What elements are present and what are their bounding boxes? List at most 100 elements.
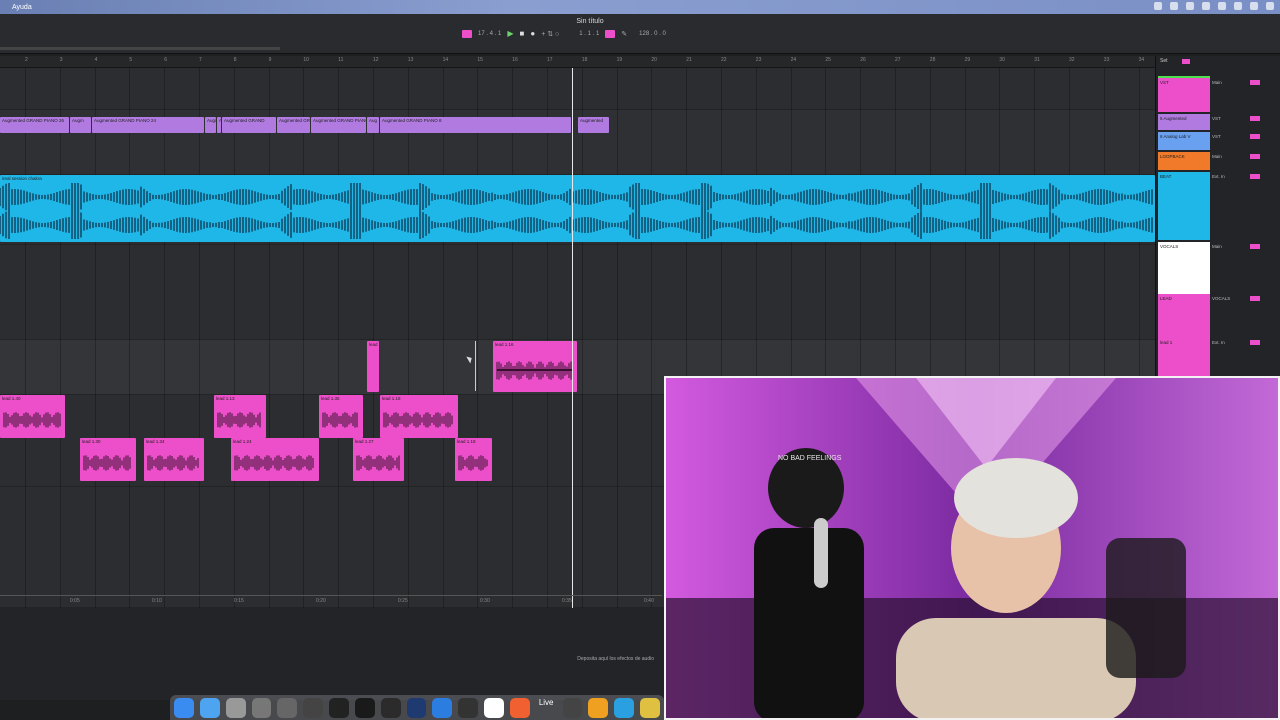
lead-clip[interactable]: lead 1.24 bbox=[231, 438, 319, 481]
track-activator-button[interactable] bbox=[1250, 154, 1260, 159]
lead-clip[interactable]: lead 1.30 bbox=[80, 438, 136, 481]
track-activator-button[interactable] bbox=[1250, 174, 1260, 179]
lead-clip[interactable]: lead 1.16 bbox=[493, 341, 577, 392]
status-icon[interactable] bbox=[1154, 2, 1162, 10]
mixer-io-select[interactable]: Main bbox=[1212, 154, 1278, 159]
mixer-track-header[interactable]: lead 1 bbox=[1158, 338, 1210, 376]
app-icon[interactable] bbox=[458, 697, 479, 718]
piano-clip[interactable]: Aug bbox=[367, 117, 379, 133]
position-display[interactable]: 17 . 4 . 1 bbox=[478, 31, 501, 37]
draw-mode-icon[interactable]: ✎ bbox=[621, 30, 627, 38]
mixer-io-select[interactable]: Ext. In bbox=[1212, 174, 1278, 179]
device-view[interactable]: Deposita aquí los efectos de audio bbox=[0, 608, 664, 700]
status-icon[interactable] bbox=[1202, 2, 1210, 10]
piano-clip[interactable]: Aug bbox=[217, 117, 221, 133]
mixer-track-header[interactable]: VOCALS bbox=[1158, 242, 1210, 294]
app-icon[interactable] bbox=[277, 697, 298, 718]
mixer-track-header[interactable]: 5 Augmented bbox=[1158, 114, 1210, 130]
piano-clip[interactable]: Augmented GRAND bbox=[222, 117, 276, 133]
status-icon[interactable] bbox=[1186, 2, 1194, 10]
piano-clip[interactable]: Augmented GRAND PIANO 24 bbox=[92, 117, 204, 133]
notion-icon[interactable] bbox=[484, 697, 504, 718]
mixer-io-select[interactable]: Main bbox=[1212, 244, 1278, 249]
bar-ruler[interactable]: 2 3 4 5 6 7 8 9 10 11 12 13 14 15 16 17 18 19 20 21 22 23 24 25… bbox=[0, 56, 1155, 68]
piano-clip[interactable]: Augm bbox=[205, 117, 216, 133]
mixer-io-select[interactable]: Ext. In bbox=[1212, 340, 1278, 345]
wifi-icon[interactable] bbox=[1250, 2, 1258, 10]
track-lane-vst[interactable] bbox=[0, 68, 1155, 110]
piano-clip[interactable]: Augmented GRAND PIANO bbox=[311, 117, 366, 133]
track-activator-button[interactable] bbox=[1250, 296, 1260, 301]
lead-clip[interactable]: lead 1.19 bbox=[455, 438, 492, 481]
piano-clip[interactable]: Augmented GRAND bbox=[277, 117, 310, 133]
bar-number: 30 bbox=[999, 57, 1005, 63]
play-icon[interactable]: ▶ bbox=[507, 29, 513, 38]
mixer-track-header[interactable]: VST bbox=[1158, 78, 1210, 112]
chrome-icon[interactable] bbox=[640, 697, 660, 718]
app-icon[interactable] bbox=[588, 697, 609, 718]
lead-clip[interactable]: lead 1.18 bbox=[380, 395, 458, 438]
lead-clip[interactable]: lead 1.35 bbox=[319, 395, 363, 438]
menu-item-help[interactable]: Ayuda bbox=[12, 4, 32, 11]
piano-clip[interactable]: Augmented GRAND PIANO 26 bbox=[0, 117, 69, 133]
settings-icon[interactable] bbox=[225, 697, 246, 718]
dock: Live bbox=[170, 695, 664, 720]
lead-clip[interactable]: lead 1.27 bbox=[353, 438, 404, 481]
stop-icon[interactable]: ■ bbox=[520, 29, 525, 38]
mixer-panel: Set VST Main 5 Augmented VST 6 Analog Lab V V… bbox=[1155, 56, 1280, 376]
app-icon[interactable] bbox=[509, 697, 530, 718]
mixer-io-select[interactable]: VST bbox=[1212, 116, 1278, 121]
telegram-icon[interactable] bbox=[614, 697, 635, 718]
mixer-track-name: 5 Augmented bbox=[1160, 116, 1187, 121]
ableton-live-icon[interactable]: Live bbox=[536, 698, 557, 718]
mixer-io-select[interactable]: VST bbox=[1212, 134, 1278, 139]
bar-number: 17 bbox=[547, 57, 553, 63]
track-activator-button[interactable] bbox=[1250, 340, 1260, 345]
mixer-track-header[interactable]: BEAT bbox=[1158, 172, 1210, 240]
lead-clip[interactable]: lead bbox=[367, 341, 379, 392]
time-ruler[interactable]: 0:05 0:10 0:15 0:20 0:25 0:30 0:35 0:40 bbox=[0, 595, 662, 607]
vscode-icon[interactable] bbox=[432, 697, 453, 718]
status-icon[interactable] bbox=[1170, 2, 1178, 10]
lead-clip[interactable]: lead 1.34 bbox=[144, 438, 204, 481]
overview-scrollbar[interactable] bbox=[0, 47, 280, 50]
piano-clip[interactable]: Augmented GRAND PIANO 8 bbox=[380, 117, 571, 133]
bar-number: 26 bbox=[860, 57, 866, 63]
track-activator-button[interactable] bbox=[1250, 244, 1260, 249]
photoshop-icon[interactable] bbox=[406, 697, 427, 718]
arrangement-record-button[interactable] bbox=[462, 29, 472, 38]
app-icon[interactable] bbox=[303, 697, 324, 718]
app-icon[interactable] bbox=[354, 697, 375, 718]
playhead[interactable] bbox=[572, 68, 573, 608]
track-activator-button[interactable] bbox=[1250, 134, 1260, 139]
piano-clip[interactable]: Augmented bbox=[578, 117, 609, 133]
lead-clip[interactable]: lead 1.13 bbox=[214, 395, 266, 438]
appstore-icon[interactable] bbox=[199, 697, 220, 718]
track-activator-button[interactable] bbox=[1250, 80, 1260, 85]
piano-clip[interactable]: Augm bbox=[70, 117, 91, 133]
status-icon[interactable] bbox=[1234, 2, 1242, 10]
mixer-track-header[interactable]: LEAD bbox=[1158, 294, 1210, 338]
mixer-track-header[interactable]: LOOPBACK bbox=[1158, 152, 1210, 170]
record-icon[interactable]: ● bbox=[530, 29, 535, 38]
mixer-track-header[interactable]: 6 Analog Lab V bbox=[1158, 132, 1210, 150]
mixer-io-select[interactable]: VOCALS bbox=[1212, 296, 1278, 301]
battery-icon[interactable] bbox=[1266, 2, 1274, 10]
loop-button[interactable] bbox=[605, 29, 616, 38]
beat-clip[interactable]: ireal session chakra bbox=[0, 175, 1155, 242]
lead-clip[interactable]: lead 1.40 bbox=[0, 395, 65, 438]
tempo-display[interactable]: 128 . 0 . 0 bbox=[639, 31, 666, 37]
mixer-io-select[interactable]: Main bbox=[1212, 80, 1278, 85]
track-lane-vocals[interactable] bbox=[0, 245, 1155, 340]
audio-waveform bbox=[356, 455, 400, 471]
app-icon[interactable] bbox=[329, 697, 349, 718]
finder-icon[interactable] bbox=[174, 697, 194, 718]
status-icon[interactable] bbox=[1218, 2, 1226, 10]
record-arm-icon[interactable] bbox=[1182, 59, 1190, 64]
loop-start-display[interactable]: 1 . 1 . 1 bbox=[579, 31, 599, 37]
app-icon[interactable] bbox=[251, 697, 272, 718]
automation-icon[interactable]: + ⇅ ○ bbox=[541, 30, 559, 38]
chatgpt-icon[interactable] bbox=[562, 697, 583, 718]
track-activator-button[interactable] bbox=[1250, 116, 1260, 121]
app-icon[interactable] bbox=[380, 697, 401, 718]
